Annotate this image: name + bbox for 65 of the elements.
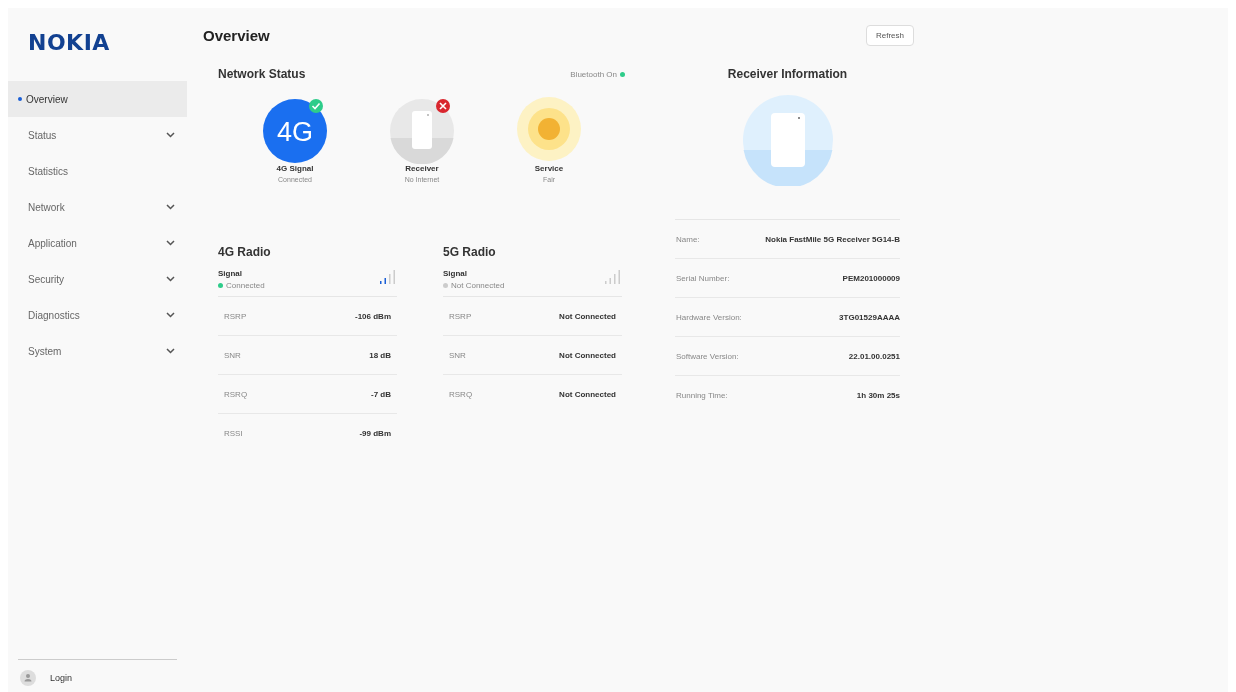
sidebar-item-label: Application: [28, 237, 77, 249]
logo: NOKIA: [27, 29, 111, 57]
metric-name: RSRP: [449, 311, 472, 321]
info-label: Running Time:: [676, 391, 728, 400]
metric-name: RSSI: [224, 429, 243, 438]
receiver-device-icon: [390, 99, 454, 164]
network-type-label: 4G: [277, 117, 313, 147]
metric-value: -99 dBm: [359, 429, 391, 438]
metric-value: -106 dBm: [355, 311, 391, 321]
info-label: Serial Number:: [676, 273, 730, 283]
sidebar-item[interactable]: Diagnostics: [8, 297, 187, 333]
info-value: 22.01.00.0251: [848, 351, 900, 361]
signal-label: Signal: [218, 269, 243, 278]
status-label: Receiver: [405, 164, 439, 173]
metric-name: SNR: [449, 350, 466, 360]
status-label: Service: [534, 164, 564, 173]
metric-name: RSRP: [224, 311, 247, 321]
refresh-button[interactable]: Refresh: [866, 24, 914, 46]
sidebar-item-label: Diagnostics: [28, 309, 80, 321]
metric-value: -7 dB: [371, 389, 391, 399]
metric-name: RSRQ: [449, 390, 473, 399]
selected-dot-icon: [18, 97, 22, 101]
sidebar-item[interactable]: Network: [8, 189, 187, 225]
sidebar-item-label: Statistics: [28, 165, 68, 177]
page-title: Overview: [203, 26, 270, 44]
info-label: Hardware Version:: [676, 312, 742, 322]
sidebar-item[interactable]: Status: [8, 117, 187, 153]
section-title: Receiver Information: [726, 66, 849, 83]
status-label: 4G Signal: [276, 164, 314, 173]
info-label: Name:: [676, 234, 700, 244]
user-avatar-icon: [20, 670, 36, 686]
connection-status: Not Connected: [451, 281, 505, 290]
signal-bars-icon: [604, 269, 622, 285]
sidebar-item[interactable]: Overview: [8, 81, 187, 117]
sidebar-item-label: Overview: [26, 93, 68, 105]
sidebar-item[interactable]: Statistics: [8, 153, 187, 189]
metric-name: SNR: [224, 350, 241, 360]
service-level-icon: [517, 97, 581, 161]
section-title: 5G Radio: [443, 245, 497, 261]
sidebar-item-label: Security: [28, 273, 65, 285]
sidebar-item-label: System: [28, 345, 62, 357]
connection-status: Connected: [226, 281, 265, 290]
info-value: Nokia FastMile 5G Receiver 5G14-B: [765, 234, 900, 244]
sidebar-item-label: Status: [28, 129, 57, 141]
signal-label: Signal: [443, 269, 468, 278]
info-value: 3TG01529AAAA: [839, 312, 900, 322]
metric-value: 18 dB: [369, 350, 391, 360]
sidebar-item[interactable]: System: [8, 333, 187, 369]
sidebar-item-label: Network: [28, 201, 65, 213]
login-link[interactable]: Login: [50, 673, 73, 683]
info-label: Software Version:: [676, 351, 739, 361]
metric-value: Not Connected: [559, 390, 616, 399]
metric-value: Not Connected: [559, 350, 616, 360]
bluetooth-status: Bluetooth On: [570, 69, 617, 79]
sidebar-item[interactable]: Application: [8, 225, 187, 261]
metric-value: Not Connected: [559, 311, 616, 321]
signal-bars-icon: [379, 269, 397, 285]
section-title: Network Status: [218, 67, 306, 81]
metric-name: RSRQ: [224, 389, 248, 399]
sidebar-item[interactable]: Security: [8, 261, 187, 297]
info-value: PEM201000009: [842, 273, 900, 283]
signal-circle-icon: [263, 99, 327, 163]
section-title: 4G Radio: [218, 245, 272, 261]
receiver-device-icon: [741, 94, 834, 186]
info-value: 1h 30m 25s: [856, 391, 900, 400]
